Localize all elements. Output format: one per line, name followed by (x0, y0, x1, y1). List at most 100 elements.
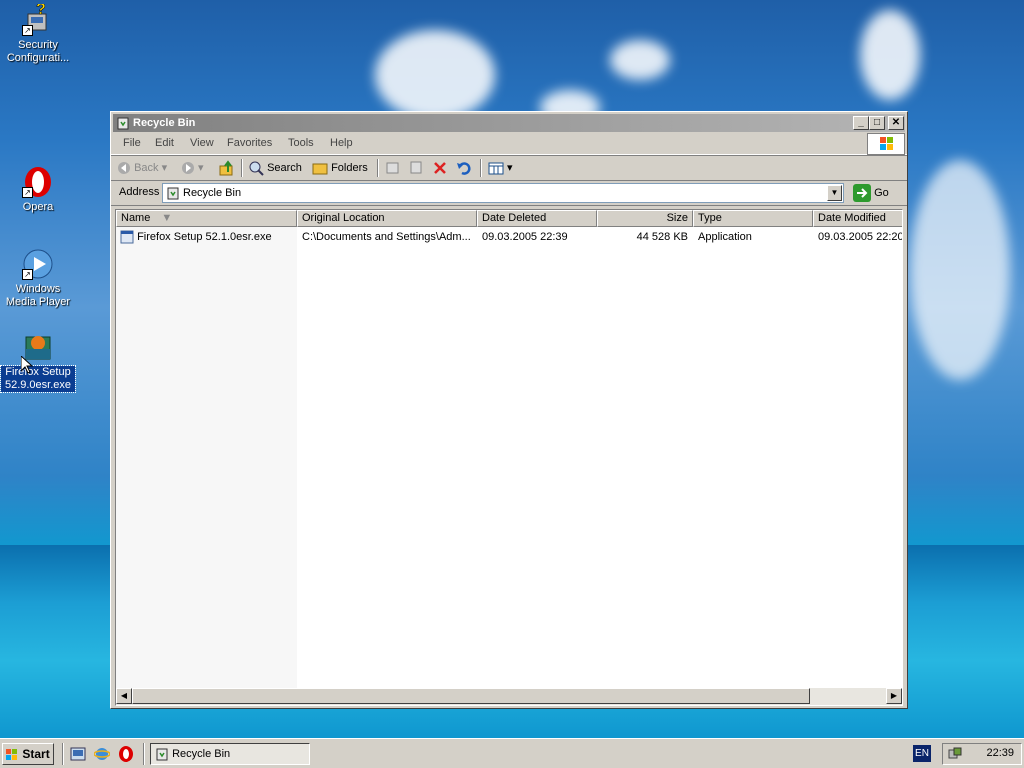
scroll-left-button[interactable]: ◀ (116, 688, 132, 704)
column-modified-label: Date Modified (818, 212, 886, 224)
desktop-icon-opera[interactable]: ↗ Opera (1, 166, 75, 214)
views-icon (488, 162, 504, 175)
row-name-cell: Firefox Setup 52.1.0esr.exe (120, 229, 272, 245)
maximize-button[interactable]: □ (869, 116, 885, 130)
row-location: C:\Documents and Settings\Adm... (302, 231, 471, 243)
quicklaunch-opera[interactable] (118, 746, 134, 765)
toolbar-separator (480, 159, 482, 177)
task-label: Recycle Bin (172, 748, 231, 760)
menu-view[interactable]: View (190, 137, 214, 149)
row-type: Application (698, 231, 752, 243)
column-header-date-modified[interactable]: Date Modified (813, 210, 902, 227)
go-button[interactable]: Go (853, 184, 889, 203)
horizontal-scrollbar[interactable]: ◀ ▶ (116, 688, 902, 705)
title-bar[interactable]: Recycle Bin _ □ ✕ (113, 114, 905, 132)
menu-edit[interactable]: Edit (155, 137, 174, 149)
address-bar: Address Recycle Bin ▼ Go (111, 181, 907, 206)
go-arrow-icon (853, 184, 871, 203)
windows-logo-icon (867, 133, 905, 155)
search-icon (249, 161, 264, 176)
address-dropdown-button[interactable]: ▼ (827, 185, 842, 201)
copy-to-button[interactable] (408, 159, 424, 177)
move-to-button[interactable] (385, 159, 401, 177)
close-button[interactable]: ✕ (888, 116, 904, 130)
move-to-icon (386, 162, 399, 174)
folders-label: Folders (331, 162, 368, 174)
column-header-name[interactable]: Name ▼ (116, 210, 297, 227)
windows-media-player-icon: ↗ (22, 248, 54, 280)
folders-button[interactable]: Folders (312, 159, 368, 177)
file-list[interactable]: Name ▼ Original Location Date Deleted Si… (115, 209, 903, 706)
column-name-label: Name (121, 212, 151, 224)
menu-tools[interactable]: Tools (288, 137, 314, 149)
show-desktop-icon (70, 747, 86, 761)
up-folder-button[interactable] (219, 159, 235, 177)
window-title: Recycle Bin (133, 117, 196, 129)
start-label: Start (22, 747, 50, 761)
menu-file[interactable]: File (123, 137, 141, 149)
opera-small-icon (119, 746, 133, 762)
start-button[interactable]: Start (2, 743, 54, 765)
delete-button[interactable] (432, 159, 448, 177)
internet-explorer-icon (93, 748, 111, 760)
windows-flag-icon (6, 748, 17, 760)
menu-favorites[interactable]: Favorites (227, 137, 272, 149)
toolbar-separator (241, 159, 243, 177)
menu-help[interactable]: Help (330, 137, 353, 149)
column-location-label: Original Location (302, 212, 385, 224)
menu-bar: File Edit View Favorites Tools Help (111, 132, 907, 155)
sorted-column-shade (116, 227, 297, 689)
recycle-bin-icon (116, 116, 130, 130)
opera-icon: ↗ (22, 166, 54, 198)
column-deleted-label: Date Deleted (482, 212, 547, 224)
copy-to-icon (410, 161, 422, 174)
row-name: Firefox Setup 52.1.0esr.exe (137, 231, 272, 243)
folders-icon (312, 163, 328, 175)
undo-button[interactable] (456, 159, 472, 177)
scroll-thumb[interactable] (132, 688, 810, 704)
forward-button[interactable]: ▾ (181, 159, 204, 177)
desktop-icon-label: Security Configurati... (6, 39, 70, 64)
address-label: Address (119, 186, 160, 198)
quicklaunch-internet-explorer[interactable] (93, 746, 111, 765)
language-indicator[interactable]: EN (913, 745, 931, 762)
column-header-size[interactable]: Size (597, 210, 693, 227)
svg-text:?: ? (36, 4, 46, 18)
recycle-bin-window: Recycle Bin _ □ ✕ File Edit View Favorit… (110, 111, 908, 709)
scroll-right-button[interactable]: ▶ (886, 688, 902, 704)
desktop-icon-firefox-setup[interactable]: Firefox Setup 52.9.0esr.exe (0, 331, 76, 393)
column-header-type[interactable]: Type (693, 210, 813, 227)
desktop-icon-label: Opera (22, 201, 54, 213)
recycle-bin-small-icon (167, 187, 179, 200)
desktop-icon-security-configuration[interactable]: ? ↗ Security Configurati... (1, 1, 75, 65)
minimize-button[interactable]: _ (853, 116, 869, 130)
search-label: Search (267, 162, 302, 174)
quicklaunch-show-desktop[interactable] (70, 746, 86, 765)
toolbar-separator (377, 159, 379, 177)
views-button[interactable]: ▾ (488, 159, 513, 177)
search-button[interactable]: Search (248, 159, 302, 177)
column-type-label: Type (698, 212, 722, 224)
column-header-original-location[interactable]: Original Location (297, 210, 477, 227)
security-config-icon: ? ↗ (22, 1, 54, 36)
clock[interactable]: 22:39 (986, 747, 1014, 759)
taskbar-button-recycle-bin[interactable]: Recycle Bin (150, 743, 310, 765)
back-arrow-icon (118, 162, 130, 175)
row-size: 44 528 KB (636, 231, 688, 243)
column-header-date-deleted[interactable]: Date Deleted (477, 210, 597, 227)
row-date-modified: 09.03.2005 22:20 (818, 231, 903, 243)
desktop-icon-windows-media-player[interactable]: ↗ Windows Media Player (1, 248, 75, 309)
network-tray-icon[interactable] (947, 746, 963, 762)
up-folder-icon (219, 160, 233, 176)
sort-descending-icon: ▼ (161, 212, 173, 224)
taskbar: Start Recycle Bin EN 22:39 (0, 738, 1024, 768)
column-size-label: Size (666, 212, 688, 224)
row-date-deleted: 09.03.2005 22:39 (482, 231, 568, 243)
forward-arrow-icon (182, 162, 194, 175)
desktop-icon-label: Firefox Setup 52.9.0esr.exe (0, 365, 76, 393)
delete-x-icon (434, 162, 446, 174)
address-field[interactable]: Recycle Bin ▼ (162, 183, 844, 203)
back-button[interactable]: Back ▾ (117, 159, 167, 177)
address-value: Recycle Bin (183, 187, 242, 199)
taskbar-separator (143, 743, 145, 765)
